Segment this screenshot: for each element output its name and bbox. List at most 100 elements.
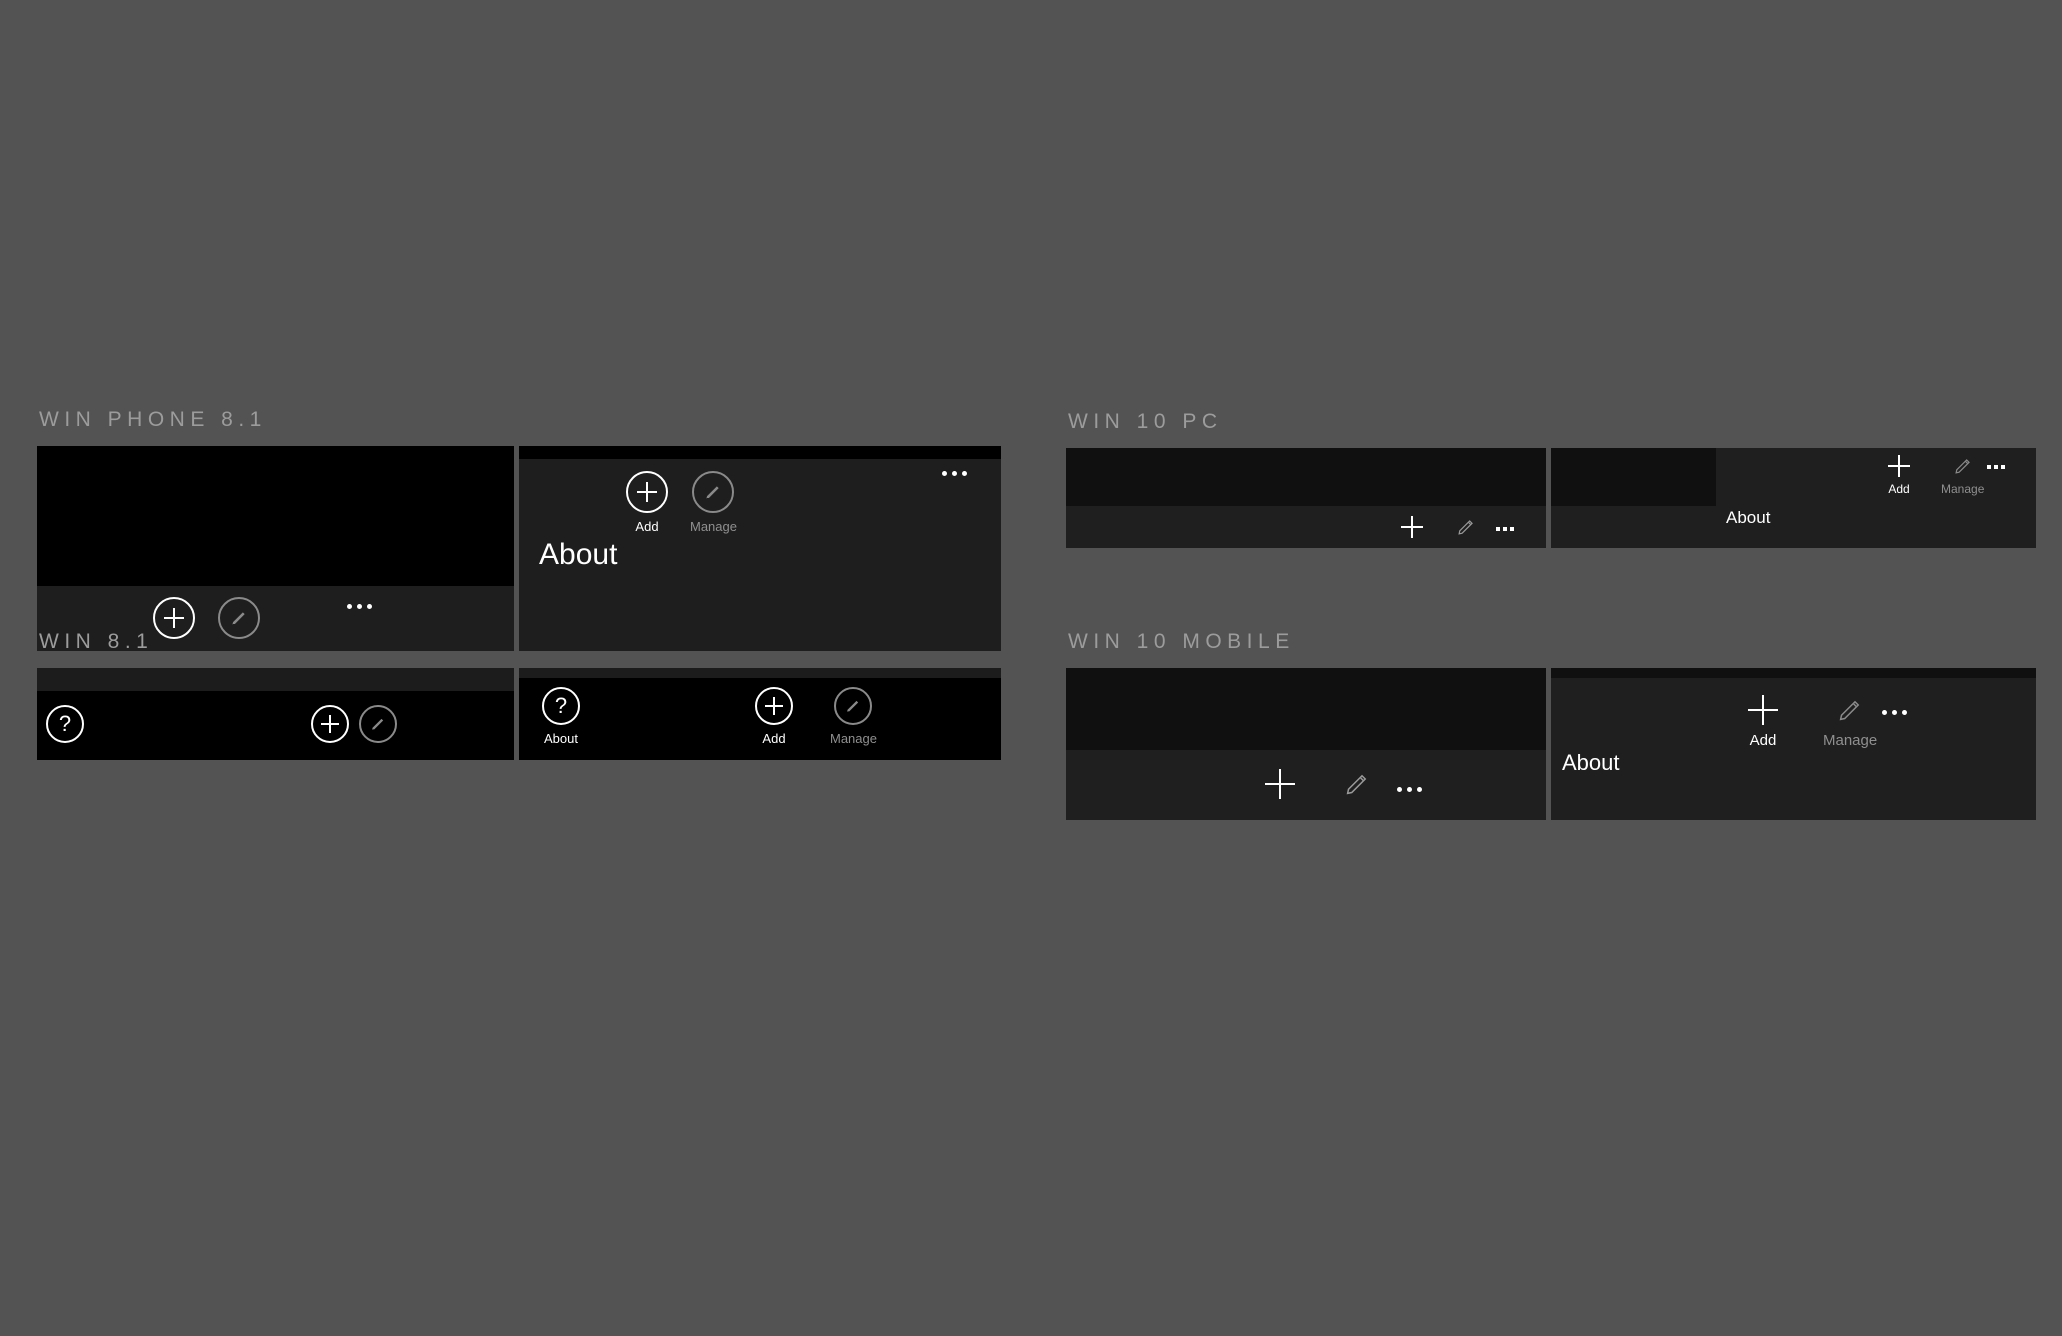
- plus-icon: [1401, 516, 1423, 538]
- manage-button[interactable]: Manage: [830, 687, 877, 746]
- win-10-mobile-expanded-appbar: Add Manage About: [1551, 668, 2036, 820]
- ellipsis-dot: [347, 604, 352, 609]
- manage-button[interactable]: [359, 705, 397, 743]
- command-bar: ?: [37, 691, 514, 760]
- section-title-win-10-pc: WIN 10 PC: [1068, 410, 1223, 433]
- win-10-pc-collapsed-appbar: [1066, 448, 1546, 548]
- plus-icon: [1265, 769, 1295, 799]
- add-button[interactable]: [311, 705, 349, 743]
- ellipsis-dot: [2001, 465, 2005, 469]
- add-button[interactable]: Add: [626, 471, 668, 534]
- pencil-icon: [1835, 695, 1865, 725]
- ellipsis-dot: [1397, 787, 1402, 792]
- overflow-button[interactable]: [1987, 465, 2005, 469]
- ellipsis-dot: [1510, 527, 1514, 531]
- panel-pair: Add Manage About: [1066, 448, 2036, 548]
- question-icon: ?: [554, 692, 568, 718]
- plus-icon: [1888, 455, 1910, 477]
- overflow-button[interactable]: [1397, 787, 1422, 792]
- win-10-mobile-collapsed-appbar: [1066, 668, 1546, 820]
- overflow-button[interactable]: [1882, 710, 1907, 715]
- manage-label: Manage: [830, 731, 877, 746]
- section-title-win-10-mobile: WIN 10 MOBILE: [1068, 630, 1295, 653]
- ellipsis-dot: [1882, 710, 1887, 715]
- add-button[interactable]: [1401, 516, 1423, 538]
- plus-icon: [1748, 695, 1778, 725]
- add-label: Add: [635, 519, 659, 534]
- app-content-area: [1066, 448, 1546, 506]
- pencil-icon: [1952, 455, 1974, 477]
- add-label: Add: [1888, 482, 1910, 496]
- win-10-pc-expanded-appbar: Add Manage About: [1551, 448, 2036, 548]
- ellipsis-dot: [367, 604, 372, 609]
- app-content-area: [37, 668, 514, 691]
- ellipsis-dot: [1417, 787, 1422, 792]
- command-bar: [1066, 750, 1546, 820]
- plus-icon: [321, 715, 339, 733]
- plus-icon: [164, 608, 184, 628]
- app-content-area: [1066, 668, 1546, 750]
- manage-button[interactable]: Manage: [690, 471, 737, 534]
- section-win-10-pc: WIN 10 PC Add Manage About: [1066, 410, 2036, 548]
- section-win-10-mobile: WIN 10 MOBILE Add Manage About: [1066, 630, 2036, 820]
- manage-label: Manage: [690, 519, 737, 534]
- plus-icon: [637, 482, 657, 502]
- app-content-area: [1551, 448, 1716, 506]
- manage-button[interactable]: [1342, 769, 1372, 799]
- section-title-win-81: WIN 8.1: [39, 630, 154, 653]
- ellipsis-dot: [357, 604, 362, 609]
- pencil-icon: [702, 481, 724, 503]
- app-content-area: [519, 446, 1001, 459]
- panel-pair: ? ? About Add Manage: [37, 668, 1001, 760]
- command-bar-expanded: Add Manage About: [519, 459, 1001, 651]
- ellipsis-dot: [1496, 527, 1500, 531]
- section-title-win-phone-81: WIN PHONE 8.1: [39, 408, 267, 431]
- ellipsis-dot: [1892, 710, 1897, 715]
- panel-pair: Add Manage About: [1066, 668, 2036, 820]
- pencil-icon: [1455, 516, 1477, 538]
- app-content-area: [1551, 668, 2036, 678]
- overflow-button[interactable]: [1496, 527, 1514, 531]
- add-button[interactable]: Add: [1748, 695, 1778, 749]
- add-label: Add: [1749, 732, 1777, 749]
- ellipsis-dot: [1407, 787, 1412, 792]
- manage-label: Manage: [1823, 732, 1878, 749]
- panel-pair: Add Manage About: [37, 446, 1001, 651]
- ellipsis-dot: [1987, 465, 1991, 469]
- ellipsis-dot: [942, 471, 947, 476]
- question-icon: ?: [58, 710, 72, 736]
- app-content-area: [37, 446, 514, 586]
- about-button[interactable]: ? About: [542, 687, 580, 746]
- win-81-expanded-appbar: ? About Add Manage: [519, 668, 1001, 760]
- ellipsis-dot: [952, 471, 957, 476]
- ellipsis-dot: [962, 471, 967, 476]
- command-bar: [1066, 506, 1546, 548]
- command-bar-expanded: Add Manage About: [1551, 678, 2036, 820]
- overflow-button[interactable]: [942, 471, 967, 476]
- about-menu-item[interactable]: About: [539, 538, 617, 572]
- about-button[interactable]: ?: [46, 705, 84, 743]
- add-button[interactable]: Add: [1888, 455, 1910, 496]
- win-81-collapsed-appbar: ?: [37, 668, 514, 760]
- add-label: Add: [762, 731, 786, 746]
- pencil-icon: [843, 696, 863, 716]
- command-bar-expanded: ? About Add Manage: [519, 678, 1001, 760]
- pencil-icon: [368, 714, 388, 734]
- plus-icon: [765, 697, 783, 715]
- pencil-icon: [228, 607, 250, 629]
- win-phone-81-expanded-appbar: Add Manage About: [519, 446, 1001, 651]
- manage-label: Manage: [1941, 482, 1985, 496]
- about-menu-item[interactable]: About: [1726, 508, 1770, 528]
- overflow-button[interactable]: [347, 604, 372, 609]
- add-button[interactable]: [1265, 769, 1295, 799]
- manage-button[interactable]: [1455, 516, 1477, 538]
- ellipsis-dot: [1902, 710, 1907, 715]
- ellipsis-dot: [1503, 527, 1507, 531]
- about-menu-item[interactable]: About: [1562, 750, 1620, 776]
- manage-button[interactable]: Manage: [1941, 455, 1984, 496]
- section-win-81: WIN 8.1 ? ? About Add Manage: [37, 630, 1001, 760]
- win-phone-81-collapsed-appbar: [37, 446, 514, 651]
- add-button[interactable]: Add: [755, 687, 793, 746]
- section-win-phone-81: WIN PHONE 8.1 Add Manage About: [37, 408, 1001, 651]
- manage-button[interactable]: Manage: [1823, 695, 1877, 749]
